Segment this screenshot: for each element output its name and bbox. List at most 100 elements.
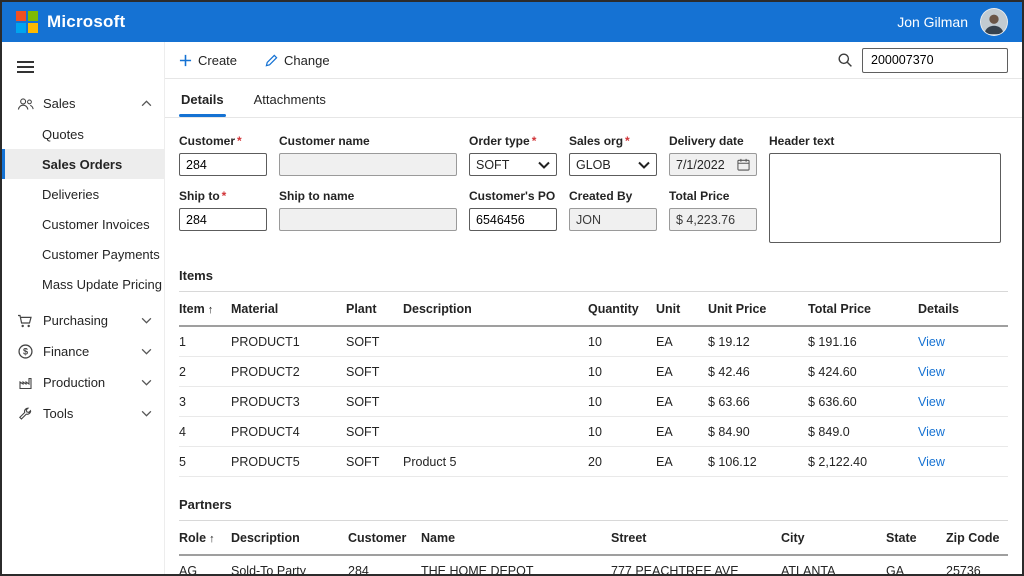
table-row: 3 PRODUCT3 SOFT 10 EA $ 63.66 $ 636.60 V… [179,387,1008,417]
sidebar-item-sales-orders[interactable]: Sales Orders [2,149,164,179]
column-header-unit-price[interactable]: Unit Price [708,302,808,316]
plant-cell: SOFT [346,365,403,379]
view-link[interactable]: View [918,455,1008,469]
ship-to-field[interactable] [179,208,267,231]
sales-org-select[interactable]: GLOB [569,153,657,176]
chevron-down-icon [141,348,152,355]
sidebar-item-purchasing[interactable]: Purchasing [2,305,164,336]
delivery-date-value: 7/1/2022 [676,158,725,172]
plant-cell: SOFT [346,395,403,409]
sidebar-item-label: Customer Payments [42,247,160,262]
sidebar-item-deliveries[interactable]: Deliveries [2,179,164,209]
search-icon[interactable] [837,52,853,68]
header-text-field[interactable] [769,153,1001,243]
sidebar-item-label: Sales Orders [42,157,122,172]
total-price-cell: $ 2,122.40 [808,455,918,469]
sidebar-item-customer-payments[interactable]: Customer Payments [2,239,164,269]
sidebar-item-label: Mass Update Pricing [42,277,162,292]
app-window: Microsoft Jon Gilman Sales [0,0,1024,576]
view-link[interactable]: View [918,335,1008,349]
street-cell: 777 PEACHTREE AVE [611,564,781,575]
search-area [837,48,1008,73]
field-label: Ship to* [179,189,267,203]
view-link[interactable]: View [918,365,1008,379]
delivery-date-field[interactable]: 7/1/2022 [669,153,757,176]
sidebar-item-tools[interactable]: Tools [2,398,164,429]
column-header-zip-code[interactable]: Zip Code [946,531,1008,545]
column-header-customer[interactable]: Customer [348,531,421,545]
items-section-title: Items [179,262,1008,291]
field-label: Customer's PO [469,189,557,203]
sidebar-item-mass-update-pricing[interactable]: Mass Update Pricing [2,269,164,299]
column-header-city[interactable]: City [781,531,886,545]
quantity-cell: 10 [588,395,656,409]
tab-details[interactable]: Details [179,79,226,117]
column-header-street[interactable]: Street [611,531,781,545]
column-header-unit[interactable]: Unit [656,302,708,316]
sidebar-item-finance[interactable]: $ Finance [2,336,164,367]
plus-icon [179,54,192,67]
column-header-name[interactable]: Name [421,531,611,545]
hamburger-menu-icon[interactable] [2,48,50,88]
field-label: Customer* [179,134,267,148]
create-button[interactable]: Create [179,53,237,68]
field-label: Total Price [669,189,757,203]
description-cell: Product 5 [403,455,588,469]
avatar[interactable] [980,8,1008,36]
order-type-select[interactable]: SOFT [469,153,557,176]
required-marker: * [625,134,630,148]
tab-attachments[interactable]: Attachments [252,79,328,117]
plant-cell: SOFT [346,425,403,439]
unit-cell: EA [656,365,708,379]
total-price-cell: $ 424.60 [808,365,918,379]
customers-po-field[interactable] [469,208,557,231]
sort-ascending-icon: ↑ [209,533,215,545]
partners-section-title: Partners [179,491,1008,520]
item-cell: 2 [179,365,231,379]
sidebar-item-label: Customer Invoices [42,217,150,232]
quantity-cell: 10 [588,365,656,379]
column-header-material[interactable]: Material [231,302,346,316]
sidebar-item-label: Finance [43,344,141,359]
sidebar-item-customer-invoices[interactable]: Customer Invoices [2,209,164,239]
view-link[interactable]: View [918,395,1008,409]
sidebar-item-quotes[interactable]: Quotes [2,119,164,149]
quantity-cell: 10 [588,335,656,349]
column-header-details[interactable]: Details [918,302,1008,316]
search-input[interactable] [862,48,1008,73]
customer-field[interactable] [179,153,267,176]
chevron-down-icon [141,317,152,324]
sidebar-item-sales[interactable]: Sales [2,88,164,119]
item-cell: 3 [179,395,231,409]
change-button-label: Change [284,53,330,68]
change-button[interactable]: Change [265,53,330,68]
person-photo-icon [981,9,1007,35]
column-header-description[interactable]: Description [403,302,588,316]
total-price-cell: $ 636.60 [808,395,918,409]
tab-bar: Details Attachments [165,79,1022,118]
column-header-quantity[interactable]: Quantity [588,302,656,316]
people-icon [16,97,34,111]
column-header-state[interactable]: State [886,531,946,545]
field-label: Delivery date [669,134,757,148]
table-row: 1 PRODUCT1 SOFT 10 EA $ 19.12 $ 191.16 V… [179,327,1008,357]
column-header-description[interactable]: Description [231,531,348,545]
customer-name-field [279,153,457,176]
column-header-plant[interactable]: Plant [346,302,403,316]
unit-cell: EA [656,455,708,469]
material-cell: PRODUCT2 [231,365,346,379]
required-marker: * [237,134,242,148]
plant-cell: SOFT [346,335,403,349]
sidebar-item-production[interactable]: Production [2,367,164,398]
column-header-role[interactable]: Role↑ [179,531,231,545]
wrench-icon [16,407,34,421]
view-link[interactable]: View [918,425,1008,439]
sidebar-item-label: Purchasing [43,313,141,328]
factory-icon [16,376,34,390]
svg-text:$: $ [22,347,27,357]
column-header-item[interactable]: Item↑ [179,302,231,316]
item-cell: 5 [179,455,231,469]
sidebar-item-label: Production [43,375,141,390]
column-header-total-price[interactable]: Total Price [808,302,918,316]
required-marker: * [222,189,227,203]
